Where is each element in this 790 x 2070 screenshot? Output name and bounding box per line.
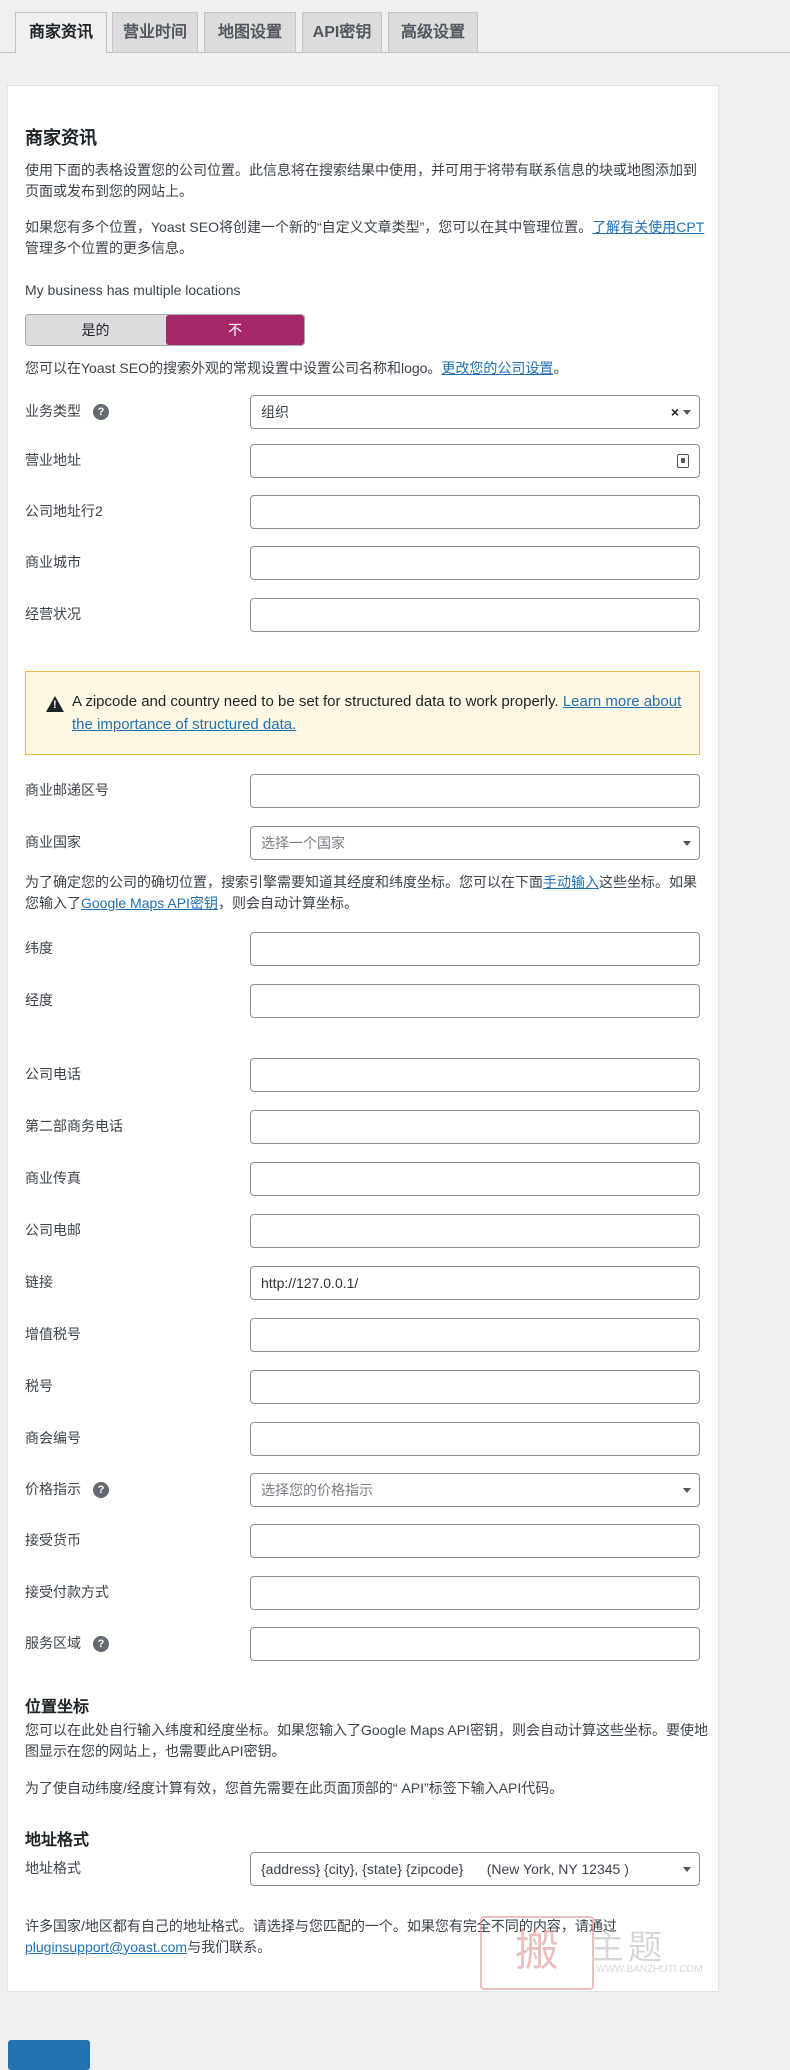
- email-input[interactable]: [250, 1214, 700, 1248]
- help-icon[interactable]: ?: [93, 1636, 109, 1653]
- email-label: 公司电邮: [25, 1222, 81, 1238]
- watermark-text: 主题: [590, 1928, 666, 1968]
- tab-api-key[interactable]: API密钥: [302, 12, 382, 52]
- tab-advanced[interactable]: 高级设置: [388, 12, 478, 52]
- toggle-yes[interactable]: 是的: [26, 315, 165, 345]
- business-type-select[interactable]: 组织 ×: [250, 395, 700, 429]
- address-label: 营业地址: [25, 452, 81, 468]
- currencies-input[interactable]: [250, 1524, 700, 1558]
- warning-icon: !: [46, 696, 64, 712]
- coc-input[interactable]: [250, 1422, 700, 1456]
- chevron-down-icon: [683, 841, 691, 846]
- url-value: http://127.0.0.1/: [261, 1275, 359, 1291]
- area-served-input[interactable]: [250, 1627, 700, 1661]
- watermark-seal: 搬: [480, 1916, 594, 1990]
- change-company-settings-link[interactable]: 更改您的公司设置: [441, 360, 553, 376]
- latitude-label: 纬度: [25, 940, 53, 956]
- watermark: 搬 主题 WWW.BANZHUTI.COM: [470, 1916, 710, 1990]
- address-format-select[interactable]: {address} {city}, {state} {zipcode} (New…: [250, 1852, 700, 1886]
- watermark-url: WWW.BANZHUTI.COM: [596, 1964, 703, 1975]
- longitude-label: 经度: [25, 992, 53, 1008]
- address2-label: 公司地址行2: [25, 503, 103, 519]
- longitude-input[interactable]: [250, 984, 700, 1018]
- address-format-label: 地址格式: [25, 1860, 81, 1876]
- google-maps-api-key-link[interactable]: Google Maps API密钥: [81, 895, 218, 911]
- phone2-input[interactable]: [250, 1110, 700, 1144]
- intro-text: 使用下面的表格设置您的公司位置。此信息将在搜索结果中使用，并可用于将带有联系信息…: [25, 162, 697, 199]
- url-input[interactable]: http://127.0.0.1/: [250, 1266, 700, 1300]
- zipcode-label: 商业邮递区号: [25, 782, 109, 798]
- coordinates-note: 为了确定您的公司的确切位置，搜索引擎需要知道其经度和纬度坐标。您可以在下面手动输…: [25, 874, 697, 911]
- help-icon[interactable]: ?: [93, 1482, 109, 1499]
- area-served-label: 服务区域?: [25, 1633, 109, 1653]
- city-input[interactable]: [250, 546, 700, 580]
- save-button[interactable]: [8, 2040, 90, 2070]
- multi-locations-label: My business has multiple locations: [25, 282, 241, 298]
- clear-icon[interactable]: ×: [671, 396, 679, 428]
- address2-input[interactable]: [250, 495, 700, 529]
- multi-location-text: 如果您有多个位置，Yoast SEO将创建一个新的“自定义文章类型”，您可以在其…: [25, 217, 705, 259]
- fax-input[interactable]: [250, 1162, 700, 1196]
- settings-panel: 商家资讯 使用下面的表格设置您的公司位置。此信息将在搜索结果中使用，并可用于将带…: [8, 86, 718, 1991]
- price-range-select[interactable]: 选择您的价格指示: [250, 1473, 700, 1507]
- zipcode-input[interactable]: [250, 774, 700, 808]
- country-select[interactable]: 选择一个国家: [250, 826, 700, 860]
- chevron-down-icon: [683, 1867, 691, 1872]
- chevron-down-icon: [683, 1488, 691, 1493]
- section-title: 商家资讯: [25, 128, 97, 148]
- phone-label: 公司电话: [25, 1066, 81, 1082]
- warning-text: A zipcode and country need to be set for…: [72, 693, 682, 733]
- multi-text-post: 管理多个位置的更多信息。: [25, 240, 193, 256]
- tax-label: 税号: [25, 1378, 53, 1394]
- tab-map-settings[interactable]: 地图设置: [204, 12, 296, 52]
- location-coords-api-text: 为了使自动纬度/经度计算有效，您首先需要在此页面顶部的“ API”标签下输入AP…: [25, 1780, 564, 1796]
- location-coords-title: 位置坐标: [25, 1699, 90, 1716]
- currencies-label: 接受货币: [25, 1532, 81, 1548]
- address-autofill-icon[interactable]: [677, 454, 689, 468]
- help-icon[interactable]: ?: [93, 404, 109, 421]
- structured-data-warning: ! A zipcode and country need to be set f…: [25, 671, 700, 755]
- business-type-label: 业务类型?: [25, 401, 109, 421]
- support-email-link[interactable]: pluginsupport@yoast.com: [25, 1939, 187, 1955]
- toggle-no[interactable]: 不: [166, 315, 304, 345]
- manual-entry-link[interactable]: 手动输入: [543, 874, 599, 890]
- country-label: 商业国家: [25, 834, 81, 850]
- tab-bar: 商家资讯 营业时间 地图设置 API密钥 高级设置: [0, 0, 790, 53]
- vat-input[interactable]: [250, 1318, 700, 1352]
- payment-label: 接受付款方式: [25, 1584, 109, 1600]
- fax-label: 商业传真: [25, 1170, 81, 1186]
- phone-input[interactable]: [250, 1058, 700, 1092]
- address-format-title: 地址格式: [25, 1832, 90, 1849]
- cpt-learn-more-link[interactable]: 了解有关使用CPT: [592, 219, 704, 235]
- multi-text-pre: 如果您有多个位置，Yoast SEO将创建一个新的“自定义文章类型”，您可以在其…: [25, 219, 593, 235]
- tab-opening-hours[interactable]: 营业时间: [112, 12, 198, 52]
- state-label: 经营状况: [25, 606, 81, 622]
- tax-input[interactable]: [250, 1370, 700, 1404]
- tab-business-info[interactable]: 商家资讯: [15, 12, 107, 53]
- multi-locations-toggle[interactable]: 是的 不: [25, 314, 305, 346]
- price-range-label: 价格指示?: [25, 1479, 109, 1499]
- appearance-text-post: 。: [553, 360, 568, 376]
- chevron-down-icon: [683, 410, 691, 415]
- state-input[interactable]: [250, 598, 700, 632]
- phone2-label: 第二部商务电话: [25, 1118, 123, 1134]
- business-type-value: 组织: [261, 404, 289, 420]
- company-settings-text: 您可以在Yoast SEO的搜索外观的常规设置中设置公司名称和logo。更改您的…: [25, 358, 705, 379]
- city-label: 商业城市: [25, 554, 81, 570]
- address-input[interactable]: [250, 444, 700, 478]
- url-label: 链接: [25, 1274, 53, 1290]
- appearance-text-pre: 您可以在Yoast SEO的搜索外观的常规设置中设置公司名称和logo。: [25, 360, 442, 376]
- payment-input[interactable]: [250, 1576, 700, 1610]
- coc-label: 商会编号: [25, 1430, 81, 1446]
- vat-label: 增值税号: [25, 1326, 81, 1342]
- latitude-input[interactable]: [250, 932, 700, 966]
- location-coords-text: 您可以在此处自行输入纬度和经度坐标。如果您输入了Google Maps API密…: [25, 1722, 708, 1759]
